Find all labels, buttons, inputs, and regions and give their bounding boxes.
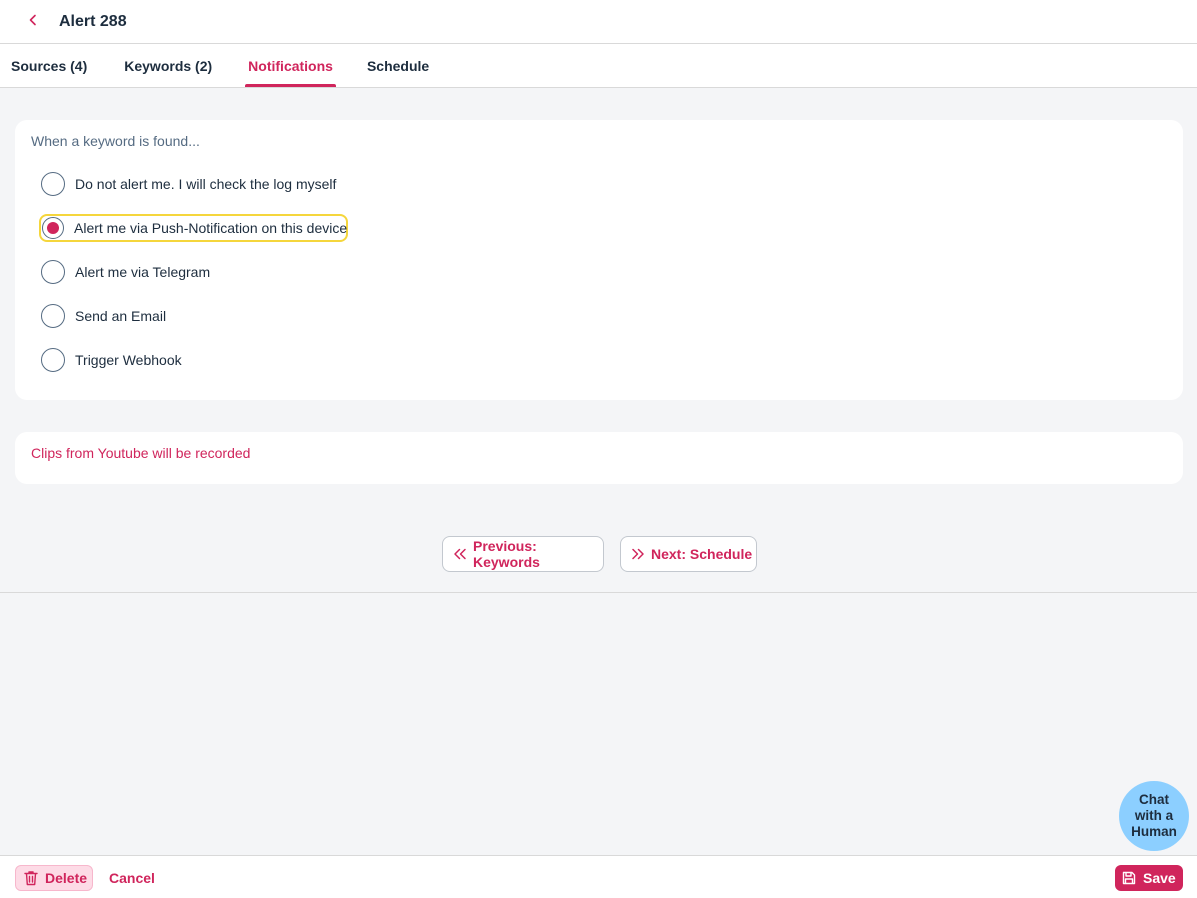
tab-schedule-label: Schedule [366, 57, 430, 74]
recording-info-text: Clips from Youtube will be recorded [31, 445, 251, 461]
radio-button[interactable] [41, 260, 65, 284]
option-push-notification[interactable]: Alert me via Push-Notification on this d… [39, 214, 348, 242]
tab-sources[interactable]: Sources (4) [11, 44, 87, 87]
tab-keywords-label: Keywords (2) [124, 57, 213, 74]
option-label: Alert me via Push-Notification on this d… [74, 220, 348, 236]
floppy-disk-icon [1121, 870, 1137, 886]
delete-button-label: Delete [45, 870, 88, 886]
next-schedule-button[interactable]: Next: Schedule [620, 536, 757, 572]
option-email[interactable]: Send an Email [39, 300, 168, 332]
page-title: Alert 288 [59, 12, 127, 30]
back-button[interactable] [17, 6, 49, 38]
chevron-left-icon [27, 13, 39, 31]
option-no-alert[interactable]: Do not alert me. I will check the log my… [39, 168, 338, 200]
double-chevron-right-icon [631, 548, 645, 560]
chat-label-line2: with a [1134, 808, 1174, 823]
option-telegram[interactable]: Alert me via Telegram [39, 256, 212, 288]
chat-label-line3: Human [1131, 824, 1177, 839]
notification-options-card: When a keyword is found... Do not alert … [15, 120, 1183, 400]
delete-button[interactable]: Delete [15, 865, 93, 891]
chat-label-line1: Chat [1138, 792, 1169, 807]
option-label: Alert me via Telegram [75, 264, 211, 280]
tab-bar: Sources (4) Keywords (2) Notifications S… [0, 44, 1197, 88]
double-chevron-left-icon [453, 548, 467, 560]
option-label: Send an Email [75, 308, 167, 324]
save-button[interactable]: Save [1115, 865, 1183, 891]
tab-schedule[interactable]: Schedule [367, 44, 429, 87]
cancel-button[interactable]: Cancel [109, 870, 155, 886]
tab-keywords[interactable]: Keywords (2) [124, 44, 212, 87]
footer-bar: Delete Cancel Save [0, 855, 1197, 898]
option-label: Do not alert me. I will check the log my… [75, 176, 337, 192]
tab-sources-label: Sources (4) [11, 57, 88, 74]
radio-button-selected[interactable] [42, 217, 64, 239]
header-bar: Alert 288 [0, 0, 1197, 44]
info-card: Clips from Youtube will be recorded [15, 432, 1183, 484]
previous-button-label: Previous: Keywords [473, 538, 540, 570]
radio-button[interactable] [41, 304, 65, 328]
previous-keywords-button[interactable]: Previous: Keywords [442, 536, 604, 572]
tab-notifications-label: Notifications [248, 57, 333, 74]
option-label: Trigger Webhook [75, 352, 182, 368]
trash-icon [23, 870, 39, 886]
tab-notifications[interactable]: Notifications [245, 44, 336, 87]
option-webhook[interactable]: Trigger Webhook [39, 344, 184, 376]
radio-button[interactable] [41, 348, 65, 372]
chat-with-human-button[interactable]: Chat with a Human [1119, 781, 1189, 851]
content-divider [0, 592, 1197, 593]
radio-dot [47, 222, 59, 234]
options-prompt: When a keyword is found... [31, 133, 200, 149]
save-button-label: Save [1143, 870, 1176, 886]
next-button-label: Next: Schedule [651, 546, 753, 562]
radio-button[interactable] [41, 172, 65, 196]
